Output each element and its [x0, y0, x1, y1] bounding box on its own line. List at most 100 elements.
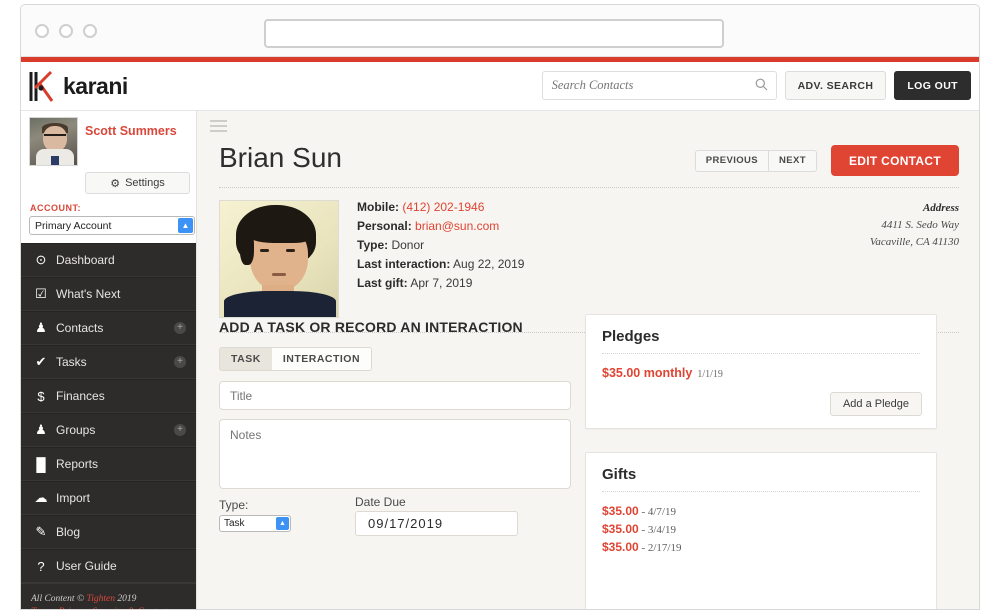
header-actions: ADV. SEARCH LOG OUT [541, 71, 971, 100]
sidebar-item-tasks[interactable]: ✔ Tasks + [21, 345, 196, 379]
sidebar-item-label: User Guide [56, 559, 117, 573]
last-interaction-label: Last interaction: [357, 256, 451, 271]
add-pledge-button[interactable]: Add a Pledge [829, 392, 922, 416]
upload-icon: ☁ [34, 490, 48, 505]
contact-last-gift-row: Last gift: Apr 7, 2019 [357, 276, 524, 292]
contact-personal-row: Personal: brian@sun.com [357, 219, 524, 235]
next-button[interactable]: NEXT [769, 149, 817, 172]
gifts-list: $35.00 - 4/7/19 $35.00 - 3/4/19 $35.00 - 2… [586, 492, 936, 554]
user-name: Scott Summers [85, 124, 177, 138]
last-interaction-value: Aug 22, 2019 [453, 256, 525, 271]
sidebar: Scott Summers ⚙ Settings ACCOUNT: Primar… [21, 111, 196, 609]
date-due-input[interactable] [355, 511, 518, 536]
search-icon [755, 78, 768, 91]
edit-contact-button[interactable]: EDIT CONTACT [830, 145, 959, 176]
maximize-button[interactable] [83, 23, 97, 38]
gift-date: - 3/4/19 [638, 524, 676, 536]
last-gift-value: Apr 7, 2019 [410, 275, 473, 290]
personal-email-value[interactable]: brian@sun.com [415, 219, 499, 233]
tab-interaction[interactable]: INTERACTION [271, 348, 372, 370]
sidebar-footer: All Content © Tighten 2019 Terms, Privac… [21, 583, 196, 609]
account-select[interactable]: Primary Account ▲ [29, 216, 195, 235]
tighten-link[interactable]: Tighten [87, 594, 116, 604]
sidebar-item-label: Contacts [56, 321, 104, 335]
task-interaction-tabs: TASK INTERACTION [219, 347, 373, 371]
brand-name: karani [63, 72, 128, 99]
add-icon[interactable]: + [174, 356, 186, 368]
app-body: Scott Summers ⚙ Settings ACCOUNT: Primar… [21, 111, 979, 609]
task-form-heading: ADD A TASK OR RECORD AN INTERACTION [219, 319, 523, 335]
gift-row[interactable]: $35.00 - 2/17/19 [586, 536, 936, 554]
chevron-updown-icon: ▲ [276, 517, 289, 530]
type-label: Type: [357, 237, 389, 252]
gifts-heading: Gifts [602, 466, 637, 483]
contact-photo[interactable] [219, 200, 339, 318]
sidebar-item-user-guide[interactable]: ? User Guide [21, 549, 196, 583]
copyright-post: 2019 [115, 594, 137, 604]
sidebar-item-label: Tasks [56, 355, 87, 369]
address-heading: Address [922, 202, 959, 214]
search-input[interactable] [542, 78, 738, 93]
search-contacts-box[interactable] [541, 71, 777, 100]
gift-date: - 4/7/19 [638, 506, 676, 518]
task-title-input[interactable] [219, 381, 571, 410]
sidebar-item-reports[interactable]: █ Reports [21, 447, 196, 481]
tab-task[interactable]: TASK [220, 348, 272, 370]
add-icon[interactable]: + [174, 424, 186, 436]
mobile-value[interactable]: (412) 202-1946 [402, 200, 484, 214]
sidebar-item-groups[interactable]: ♟ Groups + [21, 413, 196, 447]
hamburger-menu-icon[interactable] [210, 120, 227, 135]
sidebar-item-finances[interactable]: $ Finances [21, 379, 196, 413]
contact-mobile-row: Mobile: (412) 202-1946 [357, 200, 524, 216]
brand-logo[interactable]: karani [27, 70, 128, 103]
settings-button[interactable]: ⚙ Settings [85, 172, 190, 194]
sidebar-nav: ⊙ Dashboard ☑ What's Next ♟ Contacts + ✔ Tasks + $… [21, 243, 196, 583]
sidebar-item-contacts[interactable]: ♟ Contacts + [21, 311, 196, 345]
task-type-select[interactable]: Task ▲ [219, 515, 291, 532]
sidebar-item-dashboard[interactable]: ⊙ Dashboard [21, 243, 196, 277]
pledge-row[interactable]: $35.00 monthly 1/1/19 [586, 354, 936, 380]
sidebar-item-blog[interactable]: ✎ Blog [21, 515, 196, 549]
gift-row[interactable]: $35.00 - 4/7/19 [586, 492, 936, 518]
sidebar-item-label: Dashboard [56, 253, 115, 267]
gift-amount: $35.00 [602, 540, 639, 554]
contact-last-interaction-row: Last interaction: Aug 22, 2019 [357, 257, 524, 273]
user-card: Scott Summers ⚙ Settings ACCOUNT: Primar… [21, 111, 196, 243]
gift-amount: $35.00 [602, 522, 639, 536]
address-bar[interactable] [264, 19, 724, 48]
sidebar-item-label: Blog [56, 525, 81, 539]
sidebar-item-what-s-next[interactable]: ☑ What's Next [21, 277, 196, 311]
gifts-panel: Gifts $35.00 - 4/7/19 $35.00 - 3/4/19 $35.… [585, 452, 937, 609]
task-type-label: Type: [219, 498, 249, 512]
account-label: ACCOUNT: [30, 203, 81, 213]
type-value: Donor [391, 237, 425, 252]
contact-fields: Mobile: (412) 202-1946 Personal: brian@s… [357, 200, 524, 318]
contact-address: Address 4411 S. Sedo Way Vacaville, CA 4… [870, 200, 959, 251]
pledge-amount: $35.00 [602, 366, 641, 380]
adv-search-button[interactable]: ADV. SEARCH [784, 71, 887, 100]
pledges-list: $35.00 monthly 1/1/19 [586, 354, 936, 380]
log-out-button[interactable]: LOG OUT [894, 71, 971, 100]
footer-links[interactable]: Terms, Privacy, Security, & Contact [31, 607, 186, 609]
personal-label: Personal: [357, 218, 412, 233]
minimize-button[interactable] [59, 23, 73, 38]
avatar[interactable] [29, 117, 78, 166]
sidebar-item-import[interactable]: ☁ Import [21, 481, 196, 515]
sidebar-item-label: Reports [56, 457, 99, 471]
person-icon: ♟ [35, 320, 47, 335]
sidebar-item-label: What's Next [56, 287, 121, 301]
mobile-label: Mobile: [357, 200, 399, 214]
prev-next-group: PREVIOUS NEXT [694, 149, 817, 172]
close-button[interactable] [35, 23, 49, 38]
people-icon: ♟ [35, 422, 47, 437]
gear-icon: ⚙ [110, 177, 121, 190]
pencil-icon: ✎ [35, 524, 47, 539]
gift-row[interactable]: $35.00 - 3/4/19 [586, 518, 936, 536]
address-line-2: Vacaville, CA 41130 [869, 236, 959, 249]
previous-button[interactable]: PREVIOUS [694, 149, 770, 172]
pledge-frequency: monthly [643, 366, 693, 380]
add-icon[interactable]: + [174, 322, 186, 334]
app-header: karani ADV. SEARCH LOG OUT [21, 62, 979, 111]
task-notes-input[interactable] [219, 419, 571, 489]
sidebar-item-label: Import [56, 491, 91, 505]
